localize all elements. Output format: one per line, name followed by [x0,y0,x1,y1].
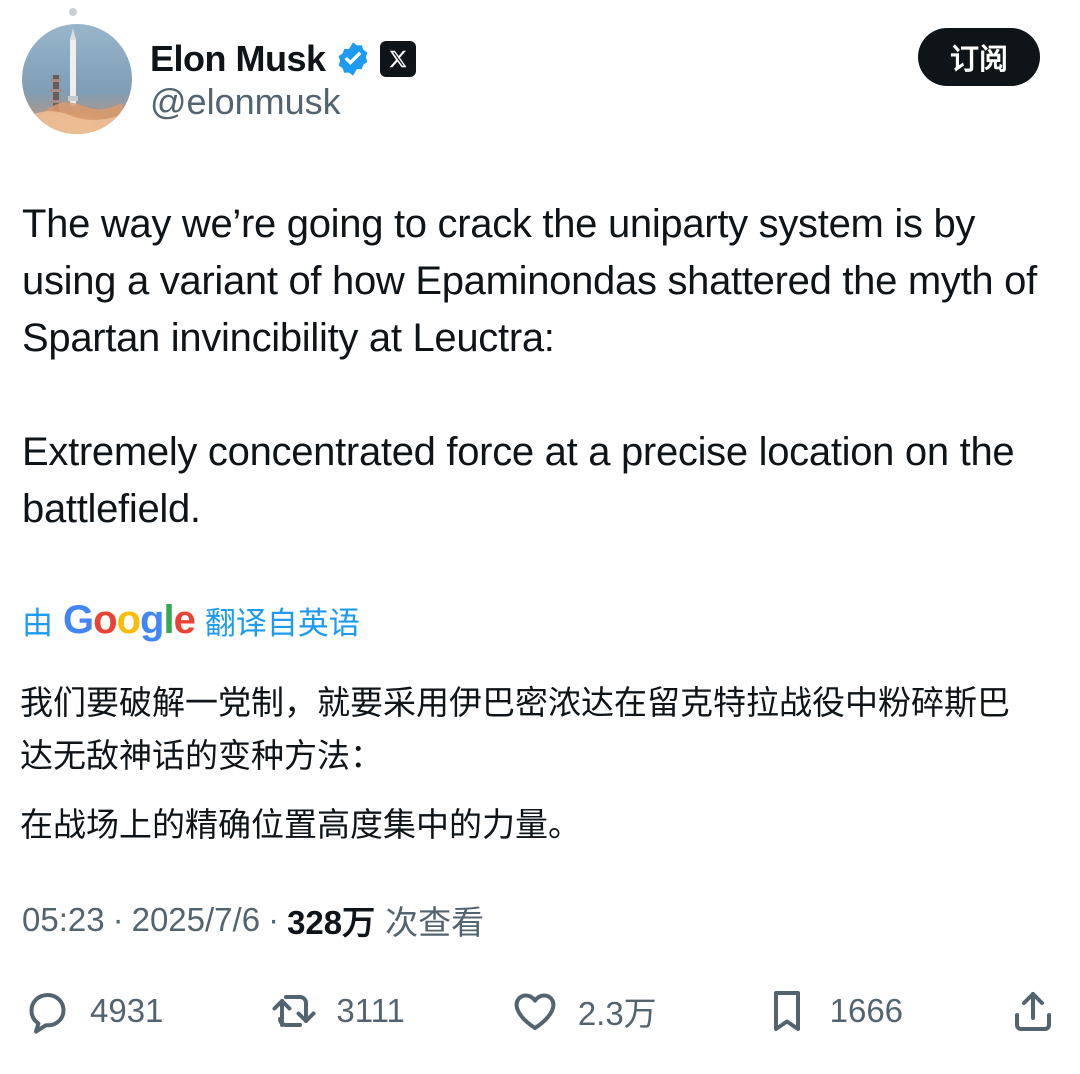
google-logo-letter-e: e [173,598,196,642]
top-edge-mark [69,8,77,16]
author-handle[interactable]: @elonmusk [150,82,341,122]
reply-count: 4931 [90,992,164,1029]
author-display-name[interactable]: Elon Musk [150,38,326,80]
like-count: 2.3万 [577,995,657,1032]
translated-paragraph-1: 我们要破解一党制，就要采用伊巴密浓达在留克特拉战役中粉碎斯巴达无敌神话的变种方法… [20,684,1010,774]
tweet-date[interactable]: 2025/7/6 [132,901,260,939]
reply-icon [22,986,72,1036]
avatar-rocket-image [22,24,132,134]
google-logo-letter-o-yellow: o [116,598,141,642]
x-logo-icon [379,41,416,77]
avatar[interactable] [22,24,132,134]
repost-icon [268,986,318,1036]
translated-tweet-text: 我们要破解一党制，就要采用伊巴密浓达在留克特拉战役中粉碎斯巴达无敌神话的变种方法… [20,676,1030,851]
google-logo-letter-o-red: o [93,598,117,642]
views-count[interactable]: 328万 [287,896,375,944]
google-logo-letter-g: G [63,598,94,642]
tweet-text: The way we’re going to crack the unipart… [22,196,1058,538]
repost-count: 3111 [336,992,405,1029]
subscribe-button[interactable]: 订阅 [918,28,1040,86]
views-label: 次查看 [385,904,485,941]
bookmark-count: 1666 [829,992,904,1029]
tweet-time[interactable]: 05:23 [22,901,105,939]
google-logo: G o o g l e [63,598,196,642]
heart-icon [510,986,560,1036]
google-logo-letter-g-blue: g [140,598,164,642]
bookmark-icon [762,986,812,1036]
verified-badge-icon [334,40,372,78]
reply-button[interactable]: 4931 [22,980,163,1042]
translated-paragraph-2: 在战场上的精确位置高度集中的力量。 [20,806,581,843]
tweet-paragraph-1: The way we’re going to crack the unipart… [22,202,1037,360]
metadata-separator: · [112,901,124,938]
repost-button[interactable]: 3111 [268,980,405,1042]
share-icon [1008,986,1058,1036]
tweet-metadata: 05:23 · 2025/7/6 · 328万 次查看 [22,895,484,945]
bookmark-button[interactable]: 1666 [762,980,903,1042]
translation-suffix: 翻译自英语 [204,605,360,641]
author-name-row: Elon Musk [150,36,416,82]
google-logo-letter-l: l [163,598,174,642]
like-button[interactable]: 2.3万 [510,980,657,1042]
metadata-separator: · [268,901,280,938]
tweet-actions: 4931 3111 2.3万 1666 [22,980,1058,1042]
tweet-paragraph-2: Extremely concentrated force at a precis… [22,430,1015,531]
translation-prefix: 由 [22,605,53,641]
tweet-header: Elon Musk @elonmusk 订阅 [22,24,1040,136]
share-button[interactable] [1008,980,1058,1042]
translation-attribution-link[interactable]: 由 G o o g l e 翻译自英语 [22,596,360,644]
